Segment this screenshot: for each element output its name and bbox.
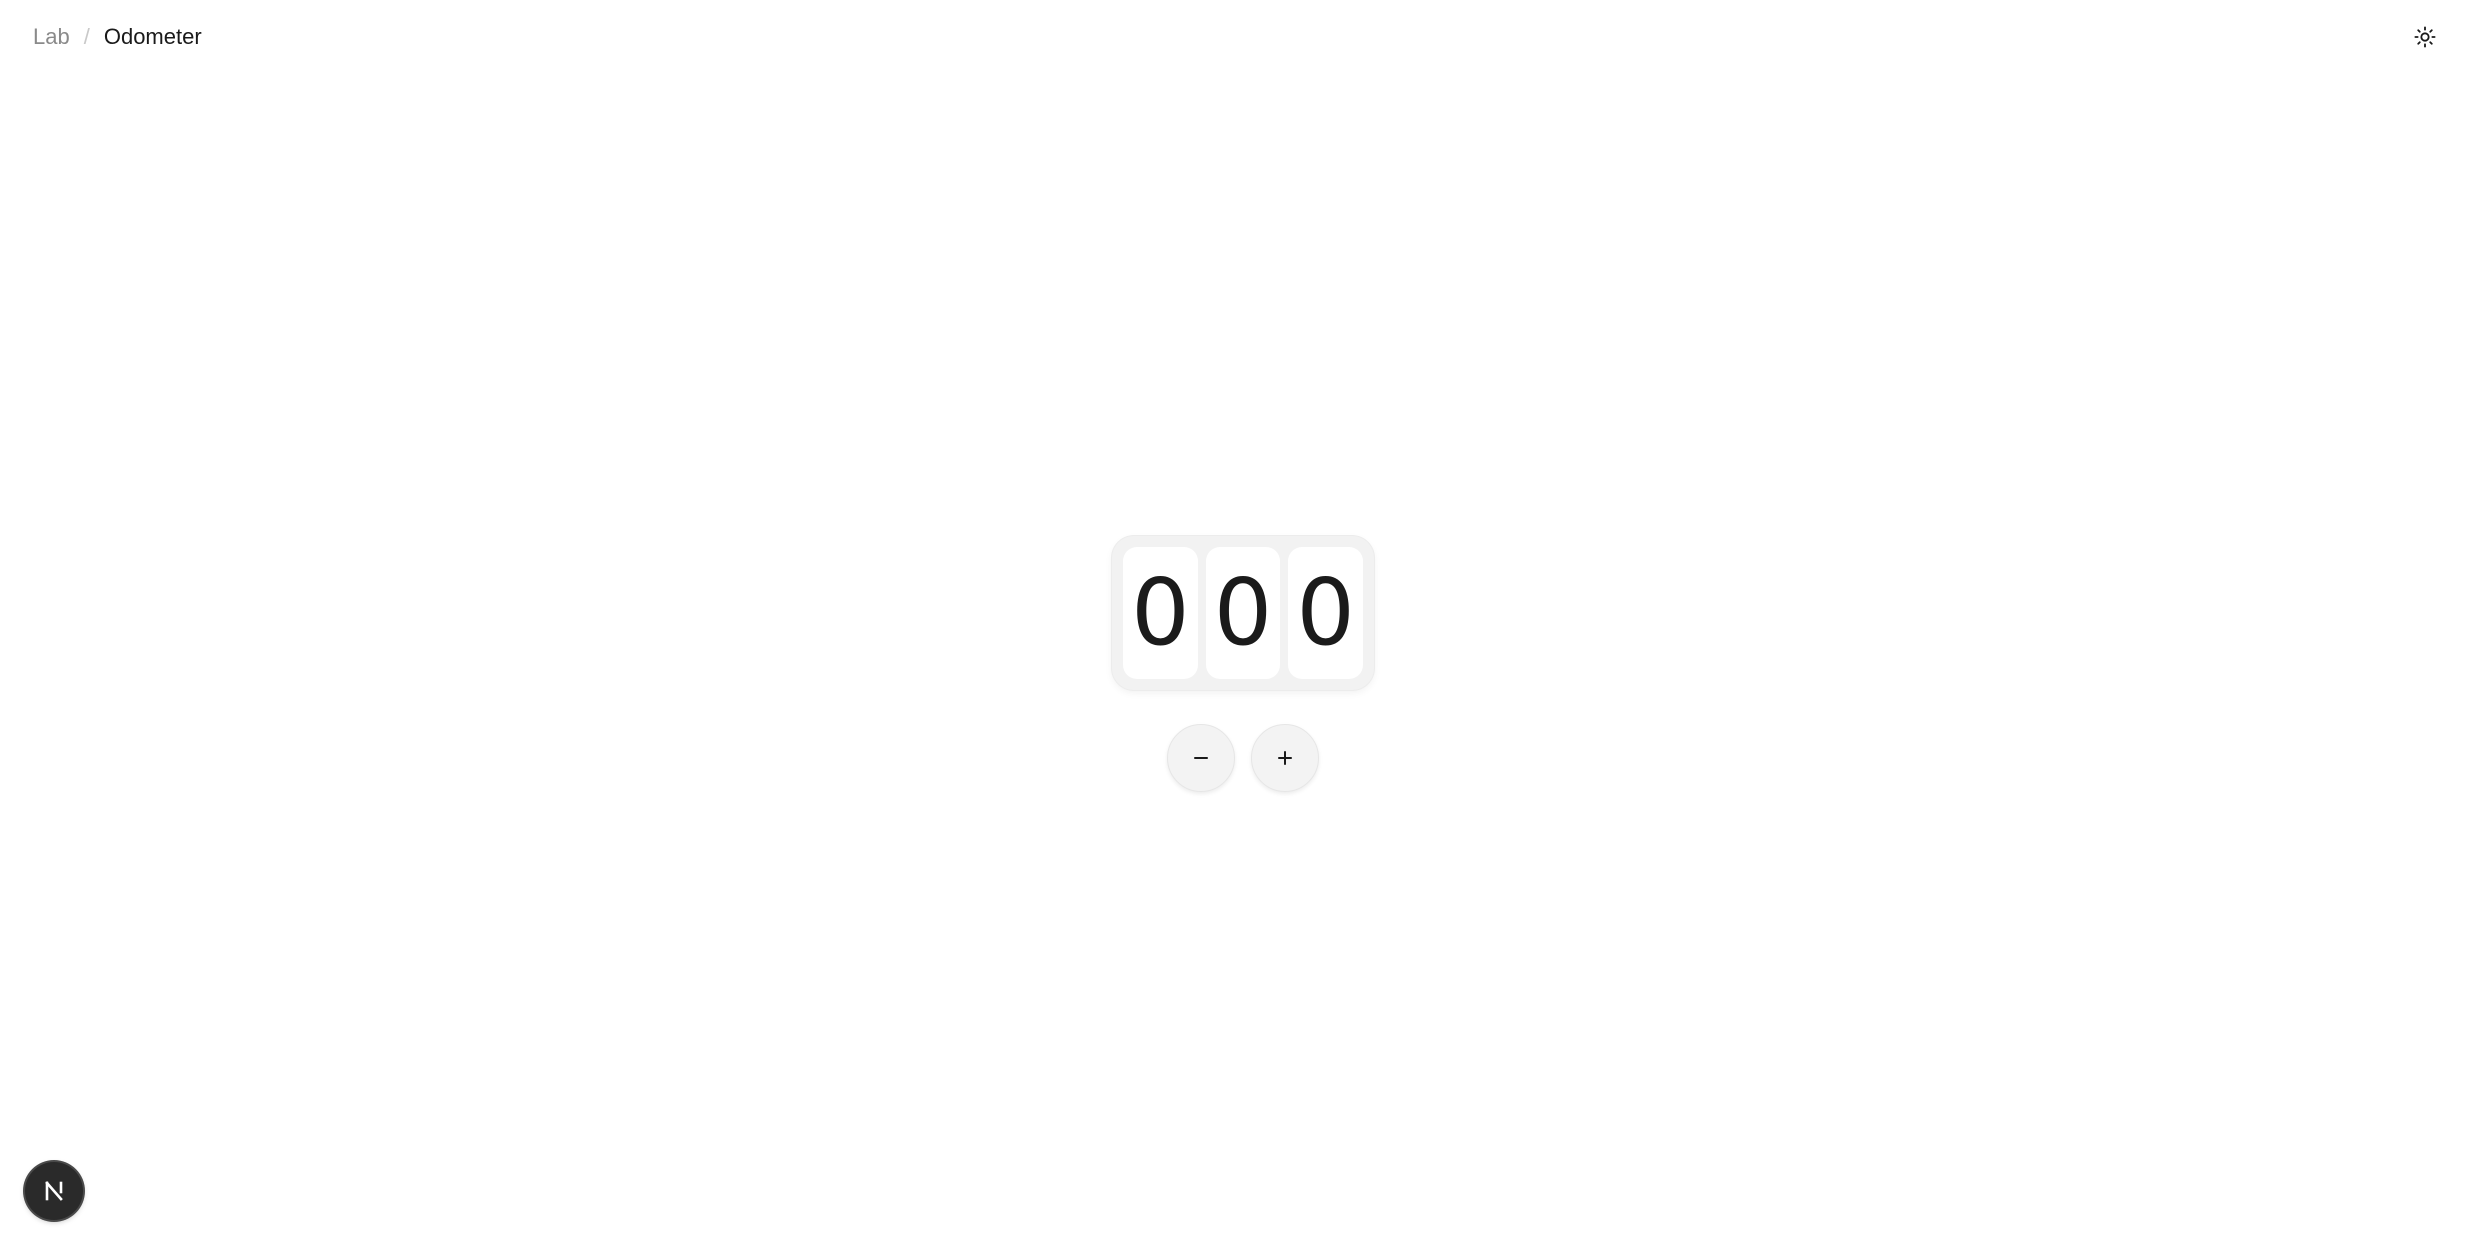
increment-button[interactable] — [1251, 724, 1319, 792]
breadcrumb: Lab / Odometer — [33, 22, 202, 52]
nextjs-n-icon — [45, 1181, 63, 1201]
page-title: Odometer — [103, 24, 202, 49]
decrement-button[interactable] — [1167, 724, 1235, 792]
nextjs-dev-badge[interactable] — [25, 1162, 83, 1220]
page: Lab / Odometer 0 0 0 — [0, 0, 2483, 1240]
sun-icon — [2414, 26, 2436, 48]
breadcrumb-separator: / — [83, 24, 90, 49]
breadcrumb-link-lab[interactable]: Lab — [33, 24, 70, 50]
odometer-controls — [1167, 724, 1319, 792]
odometer-digit-hundreds: 0 — [1123, 547, 1198, 679]
odometer-digit-ones: 0 — [1288, 547, 1364, 679]
plus-icon — [1278, 751, 1292, 765]
theme-toggle-button[interactable] — [2408, 20, 2442, 54]
odometer-display: 0 0 0 — [1112, 536, 1374, 690]
minus-icon — [1194, 757, 1208, 759]
odometer-digit-tens: 0 — [1205, 547, 1281, 679]
